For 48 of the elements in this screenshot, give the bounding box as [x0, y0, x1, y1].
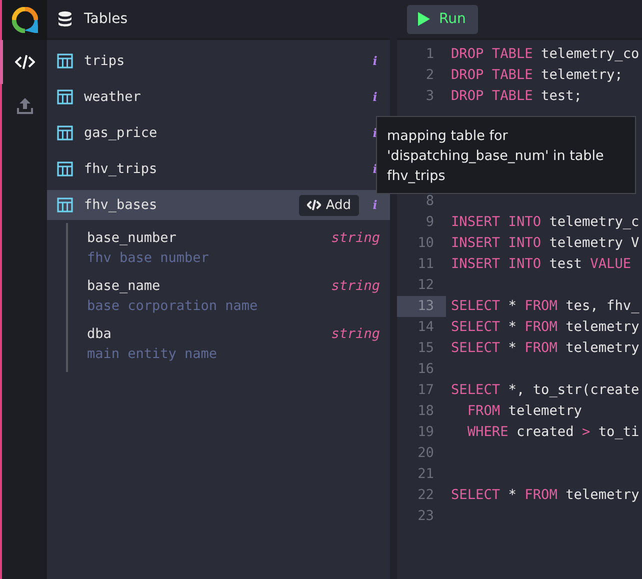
line-number: 21	[416, 465, 435, 484]
code-line: SELECT * FROM telemetry	[450, 318, 640, 337]
column-name: base_number	[87, 229, 176, 248]
line-number: 12	[416, 276, 435, 295]
column-description: fhv base number	[87, 249, 210, 268]
line-number: 3	[424, 87, 435, 106]
code-line: SELECT * FROM telemetry	[450, 486, 640, 505]
line-number: 16	[416, 360, 435, 379]
column-type: string	[331, 229, 380, 248]
line-number: 23	[416, 507, 435, 526]
column-description: main entity name	[87, 345, 218, 364]
code-line: FROM telemetry	[466, 402, 582, 421]
line-number: 11	[416, 255, 435, 274]
table-name: fhv_bases	[84, 197, 158, 213]
code-line: INSERT INTO test VALUE	[450, 255, 632, 274]
line-number: 9	[424, 213, 435, 232]
info-tooltip: mapping table for 'dispatching_base_num' in table fhv_trips	[376, 116, 636, 194]
line-number: 13	[397, 296, 446, 317]
code-line: DROP TABLE telemetry;	[450, 66, 623, 85]
code-line: SELECT * FROM tes, fhv_	[450, 297, 640, 316]
line-number: 15	[416, 339, 435, 358]
column-type: string	[331, 277, 380, 296]
column-name: dba	[87, 325, 112, 344]
code-line: DROP TABLE test;	[450, 87, 582, 106]
line-number: 14	[416, 318, 435, 337]
line-number: 1	[424, 45, 435, 64]
panel-title: Tables	[84, 11, 128, 27]
code-line: SELECT * FROM telemetry	[450, 339, 640, 358]
table-name: gas_price	[84, 125, 158, 141]
code-line: INSERT INTO telemetry V	[450, 234, 640, 253]
code-line: SELECT *, to_str(create	[450, 381, 640, 400]
code-line: INSERT INTO telemetry_c	[450, 213, 640, 232]
table-name: fhv_trips	[84, 161, 158, 177]
line-number: 18	[416, 402, 435, 421]
code-line: DROP TABLE telemetry_co	[450, 45, 640, 64]
line-number: 19	[416, 423, 435, 442]
column-description: base corporation name	[87, 297, 259, 316]
line-number: 17	[416, 381, 435, 400]
line-number: 2	[424, 66, 435, 85]
column-name: base_name	[87, 277, 160, 296]
line-number: 10	[416, 234, 435, 253]
line-number: 22	[416, 486, 435, 505]
line-number: 20	[416, 444, 435, 463]
column-type: string	[331, 325, 380, 344]
code-line: WHERE created > to_ti	[466, 423, 640, 442]
table-name: trips	[84, 53, 126, 69]
line-number: 8	[424, 192, 435, 211]
table-name: weather	[84, 89, 142, 105]
